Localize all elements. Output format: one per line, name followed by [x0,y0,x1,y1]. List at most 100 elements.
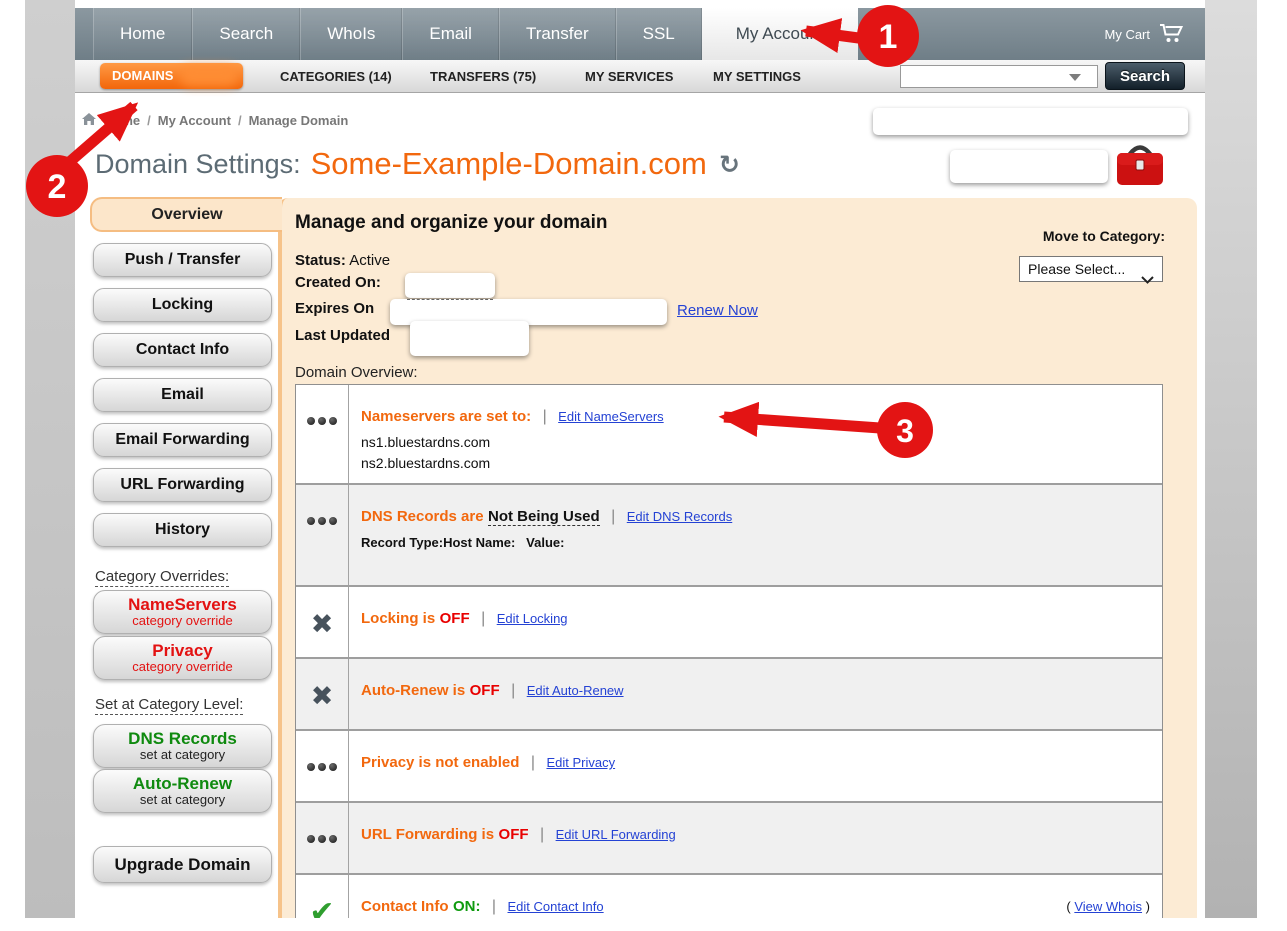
check-icon: ✔ [296,875,349,918]
redaction-box-title [950,150,1108,183]
paren-open: ( [1066,899,1070,914]
table-row-dns-records: DNS Records are Not Being Used | Edit DN… [296,483,1162,585]
dns-records-category-title: DNS Records [128,730,237,748]
locking-row-title: Locking is [361,610,435,627]
sidebar-button-nameservers-override[interactable]: NameServers category override [93,590,272,634]
nav-tab-transfer[interactable]: Transfer [499,8,616,60]
left-page-margin [25,0,75,918]
edit-locking-link[interactable]: Edit Locking [497,611,568,626]
table-row-locking: ✖ Locking is OFF | Edit Locking [296,585,1162,657]
chevron-down-icon [1141,267,1154,291]
breadcrumb: Home / My Account / Manage Domain [81,112,348,129]
home-icon [81,112,97,129]
edit-auto-renew-link[interactable]: Edit Auto-Renew [527,683,624,698]
dns-row-status: Not Being Used [488,508,600,526]
breadcrumb-my-account[interactable]: My Account [158,113,231,128]
sidebar-tab-locking[interactable]: Locking [93,288,272,322]
sidebar-tab-email[interactable]: Email [93,378,272,412]
move-to-category-label: Move to Category: [1005,228,1165,244]
nav-tab-home[interactable]: Home [93,8,192,60]
title-prefix: Domain Settings: [95,149,301,180]
combobox-caret-icon[interactable] [1069,74,1081,81]
sidebar-button-privacy-override[interactable]: Privacy category override [93,636,272,680]
redaction-box-created-date [405,273,495,298]
my-cart-label: My Cart [1105,27,1151,42]
sidebar-tab-url-forwarding[interactable]: URL Forwarding [93,468,272,502]
created-dashed-underline [407,299,493,300]
upgrade-domain-button[interactable]: Upgrade Domain [93,846,272,883]
auto-renew-category-subtitle: set at category [140,793,225,807]
updated-label: Last Updated [295,327,390,344]
auto-renew-category-title: Auto-Renew [133,775,232,793]
edit-privacy-link[interactable]: Edit Privacy [546,755,615,770]
panel-heading: Manage and organize your domain [295,212,608,234]
subnav-tab-categories[interactable]: CATEGORIES (14) [280,60,392,93]
dns-record-detail: Record Type:Host Name: Value: [361,533,1148,552]
status-label: Status: [295,252,346,269]
nav-tab-my-account[interactable]: My Account [702,8,858,60]
breadcrumb-manage-domain: Manage Domain [249,113,349,128]
sidebar-tab-contact-info[interactable]: Contact Info [93,333,272,367]
domains-label: DOMAINS [112,68,173,83]
status-line: Status: Active [295,252,390,269]
privacy-override-title: Privacy [152,642,213,660]
domain-search-combobox[interactable] [900,65,1098,88]
separator: | [492,898,496,915]
edit-contact-info-link[interactable]: Edit Contact Info [508,899,604,914]
dots-icon [296,385,349,483]
edit-dns-records-link[interactable]: Edit DNS Records [627,509,732,524]
toolbox-icon[interactable] [1115,143,1165,188]
privacy-override-subtitle: category override [132,660,232,674]
page: Home Search WhoIs Email Transfer SSL My … [75,8,1205,918]
nav-tab-whois[interactable]: WhoIs [300,8,402,60]
table-row-url-forwarding: URL Forwarding is OFF | Edit URL Forward… [296,801,1162,873]
search-button[interactable]: Search [1105,62,1185,90]
sidebar-button-dns-records-category[interactable]: DNS Records set at category [93,724,272,768]
sidebar-tab-overview[interactable]: Overview [90,197,282,232]
edit-nameservers-link[interactable]: Edit NameServers [558,409,663,424]
domains-count-redaction [180,66,238,86]
nav-tab-search[interactable]: Search [192,8,300,60]
contact-row-status: ON: [453,898,481,915]
sidebar-tab-history[interactable]: History [93,513,272,547]
created-line: Created On: [295,274,381,291]
top-nav: Home Search WhoIs Email Transfer SSL My … [75,8,1205,60]
category-select[interactable]: Please Select... [1019,256,1163,282]
category-select-value: Please Select... [1028,261,1125,277]
redaction-box-top [873,108,1188,135]
auto-renew-row-status: OFF [470,682,500,699]
expires-label: Expires On [295,300,374,317]
nameserver-2: ns2.bluestardns.com [361,454,1148,473]
nav-tab-ssl[interactable]: SSL [616,8,702,60]
sidebar-tab-email-forwarding[interactable]: Email Forwarding [93,423,272,457]
subnav-tab-my-services[interactable]: MY SERVICES [585,60,673,93]
table-row-privacy: Privacy is not enabled | Edit Privacy [296,729,1162,801]
dots-icon [296,485,349,585]
breadcrumb-separator: / [238,113,242,128]
my-cart-button[interactable]: My Cart [1105,8,1186,60]
edit-url-forwarding-link[interactable]: Edit URL Forwarding [556,827,676,842]
separator: | [531,754,535,771]
separator: | [543,408,547,425]
table-row-nameservers: Nameservers are set to: | Edit NameServe… [296,385,1162,483]
breadcrumb-separator: / [147,113,151,128]
renew-now-link[interactable]: Renew Now [677,302,758,319]
sidebar-tab-push-transfer[interactable]: Push / Transfer [93,243,272,277]
breadcrumb-home[interactable]: Home [104,113,140,128]
subnav-tab-transfers[interactable]: TRANSFERS (75) [430,60,536,93]
updated-line: Last Updated [295,327,390,344]
domain-overview-table: Nameservers are set to: | Edit NameServe… [295,384,1163,918]
x-icon: ✖ [296,659,349,729]
nameservers-row-title: Nameservers are set to: [361,408,531,425]
domain-overview-label: Domain Overview: [295,364,418,381]
table-row-auto-renew: ✖ Auto-Renew is OFF | Edit Auto-Renew [296,657,1162,729]
subnav-tab-domains[interactable]: DOMAINS [100,63,243,89]
refresh-icon[interactable]: ↻ [719,150,740,179]
separator: | [611,508,615,525]
dns-records-category-subtitle: set at category [140,748,225,762]
nav-tab-email[interactable]: Email [402,8,499,60]
subnav-tab-my-settings[interactable]: MY SETTINGS [713,60,801,93]
x-icon: ✖ [296,587,349,657]
view-whois-link[interactable]: View Whois [1074,899,1142,914]
sidebar-button-auto-renew-category[interactable]: Auto-Renew set at category [93,769,272,813]
